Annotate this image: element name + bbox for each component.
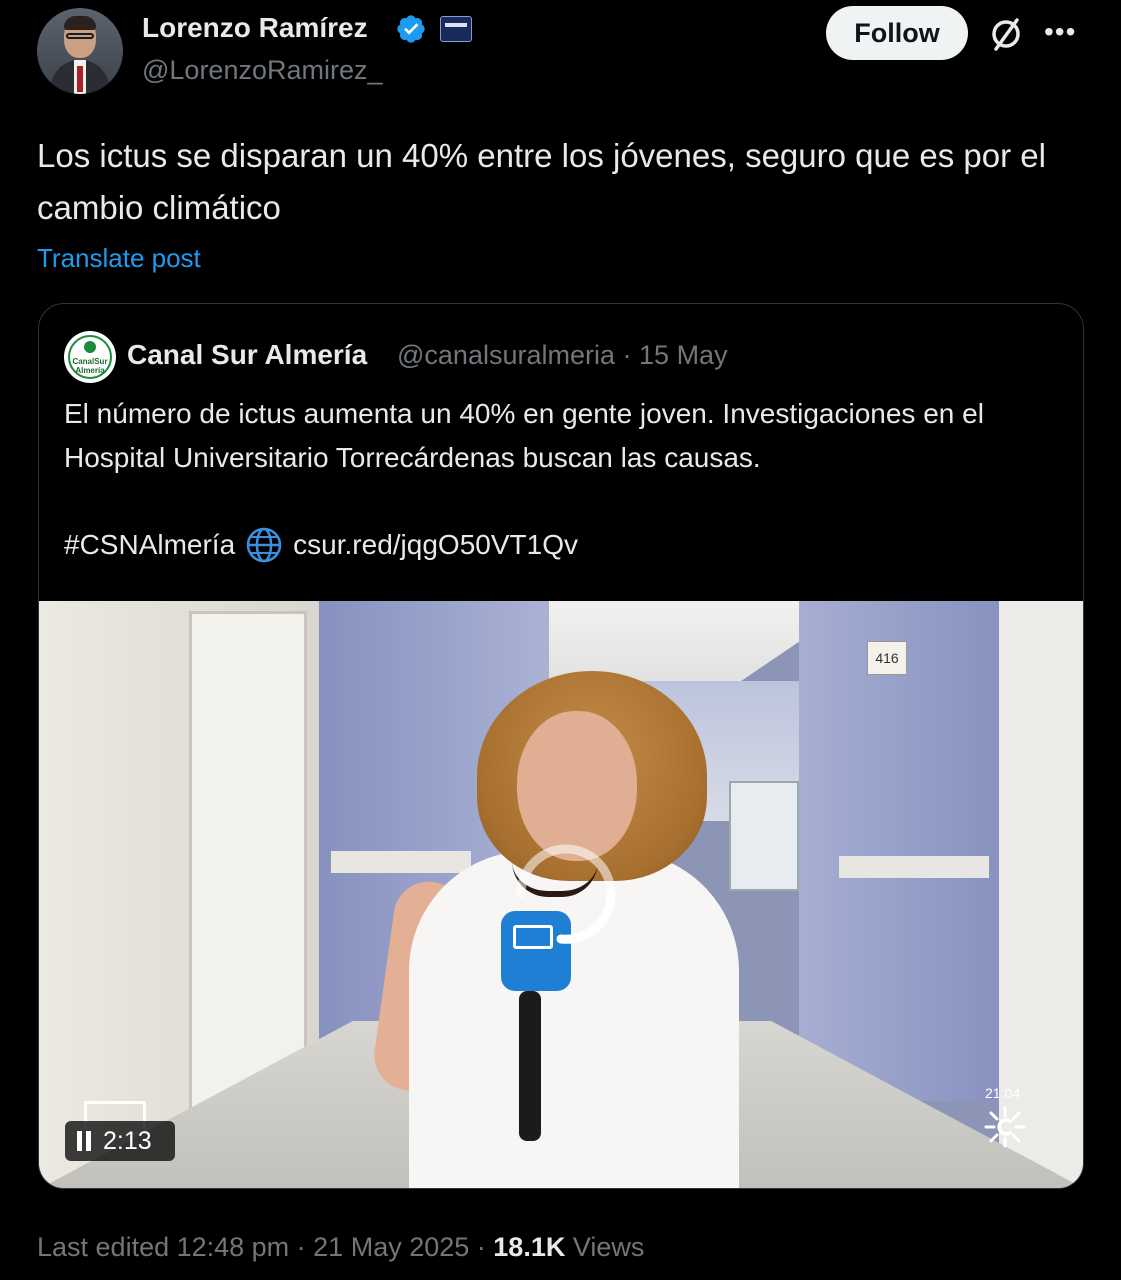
author-avatar[interactable]	[37, 8, 123, 94]
playback-control[interactable]: 2:13	[65, 1121, 175, 1161]
avatar-tie	[77, 66, 83, 92]
avatar-glasses	[66, 33, 94, 39]
verified-badge-icon	[397, 15, 425, 43]
post-text: Los ictus se disparan un 40% entre los j…	[37, 137, 1046, 226]
pause-icon[interactable]	[77, 1131, 91, 1151]
quoted-post-card[interactable]: CanalSur Almería Canal Sur Almería @canal…	[38, 303, 1084, 1189]
video-player[interactable]: 416 2:13 21:04	[39, 601, 1083, 1188]
room-number-sign: 416	[867, 641, 907, 675]
loading-spinner-icon	[516, 844, 616, 944]
quoted-author-avatar[interactable]: CanalSur Almería	[64, 331, 116, 383]
video-duration: 2:13	[103, 1126, 152, 1155]
video-cart	[729, 781, 799, 891]
broadcast-clock: 21:04	[985, 1085, 1021, 1101]
canal-sur-logo-icon	[984, 1106, 1026, 1148]
translate-post-link[interactable]: Translate post	[37, 243, 201, 274]
grok-icon[interactable]	[986, 14, 1026, 54]
logo-lettering: CanalSur Almería	[72, 357, 108, 375]
quoted-meta: @canalsuralmeria · 15 May	[397, 340, 728, 371]
affiliate-badge-icon	[440, 16, 472, 42]
quoted-date[interactable]: 15 May	[639, 340, 728, 370]
quoted-tags-row: #CSNAlmería csur.red/jqgO50VT1Qv	[64, 526, 578, 564]
views-label: Views	[565, 1232, 645, 1262]
author-handle[interactable]: @LorenzoRamirez_	[142, 55, 383, 86]
quoted-text: El número de ictus aumenta un 40% en gen…	[64, 398, 984, 473]
video-handrail-right	[839, 856, 989, 878]
more-options-icon[interactable]: •••	[1044, 18, 1076, 46]
post-footer: Last edited 12:48 pm · 21 May 2025 · 18.…	[37, 1232, 644, 1263]
quoted-author-handle[interactable]: @canalsuralmeria	[397, 340, 615, 370]
microphone-handle	[519, 991, 541, 1141]
hashtag-link[interactable]: #CSNAlmería	[64, 529, 235, 561]
follow-button[interactable]: Follow	[826, 6, 968, 60]
quoted-author-name[interactable]: Canal Sur Almería	[127, 339, 367, 371]
video-handrail-left	[331, 851, 471, 873]
views-count: 18.1K	[493, 1232, 566, 1262]
video-door-left	[189, 611, 307, 1111]
edited-timestamp[interactable]: Last edited 12:48 pm · 21 May 2025 ·	[37, 1232, 493, 1262]
meta-separator: ·	[622, 340, 632, 370]
logo-sun-icon	[84, 341, 96, 353]
external-link[interactable]: csur.red/jqgO50VT1Qv	[293, 529, 578, 561]
author-display-name[interactable]: Lorenzo Ramírez	[142, 12, 368, 44]
globe-icon	[246, 527, 282, 563]
avatar-hair	[64, 16, 96, 30]
